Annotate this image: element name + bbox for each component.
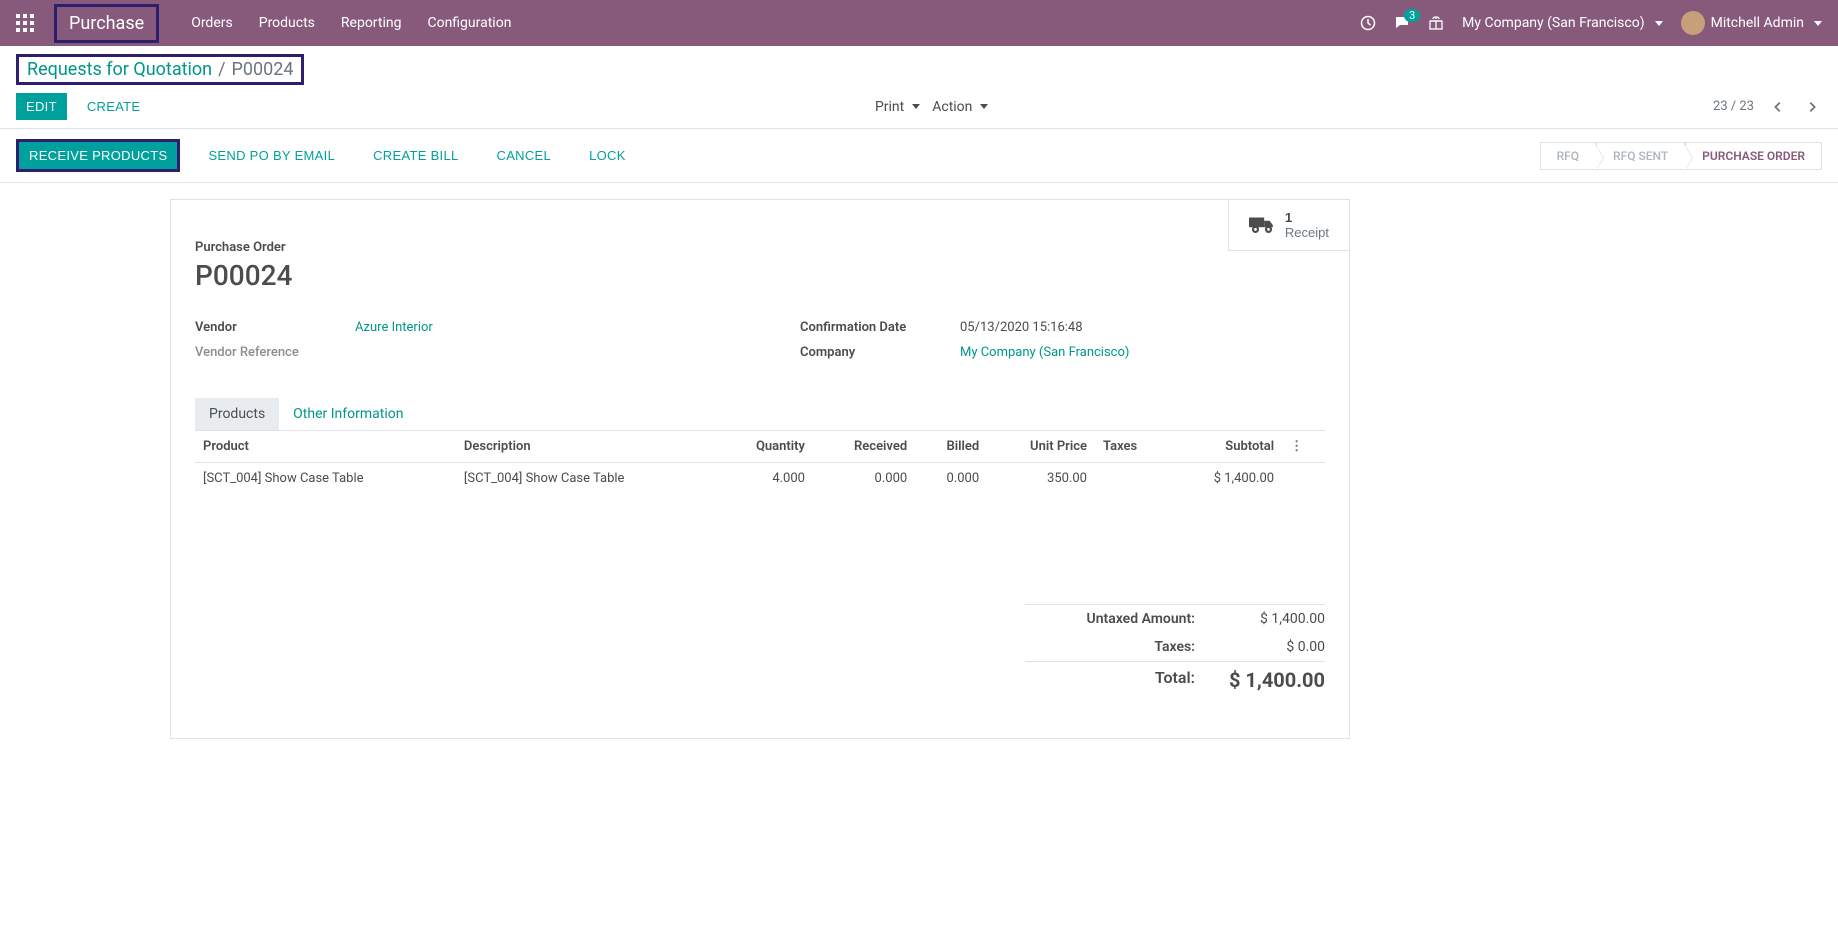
avatar — [1681, 11, 1705, 35]
cell-taxes — [1095, 463, 1169, 495]
top-navbar: Purchase Orders Products Reporting Confi… — [0, 0, 1838, 46]
step-rfq[interactable]: RFQ — [1540, 142, 1596, 170]
cell-received: 0.000 — [813, 463, 915, 495]
table-row[interactable]: [SCT_004] Show Case Table [SCT_004] Show… — [195, 463, 1325, 495]
taxes-value: $ 0.00 — [1225, 639, 1325, 655]
th-options[interactable]: ⋮ — [1282, 431, 1325, 463]
company-switcher[interactable]: My Company (San Francisco) — [1462, 15, 1662, 31]
receipt-label: Receipt — [1285, 225, 1329, 240]
pager-prev[interactable] — [1768, 97, 1788, 117]
cell-product: [SCT_004] Show Case Table — [195, 463, 456, 495]
chat-badge: 3 — [1404, 9, 1420, 22]
vendor-label: Vendor — [195, 320, 355, 335]
clock-icon[interactable] — [1360, 15, 1376, 31]
truck-icon — [1249, 215, 1275, 236]
untaxed-value: $ 1,400.00 — [1225, 611, 1325, 627]
po-title-label: Purchase Order — [195, 240, 1325, 255]
th-unit-price[interactable]: Unit Price — [987, 431, 1095, 463]
cell-quantity: 4.000 — [717, 463, 813, 495]
th-taxes[interactable]: Taxes — [1095, 431, 1169, 463]
nav-configuration[interactable]: Configuration — [425, 11, 513, 35]
nav-reporting[interactable]: Reporting — [339, 11, 404, 35]
th-billed[interactable]: Billed — [915, 431, 987, 463]
breadcrumb: Requests for Quotation / P00024 — [27, 59, 293, 80]
th-subtotal[interactable]: Subtotal — [1169, 431, 1282, 463]
th-received[interactable]: Received — [813, 431, 915, 463]
tab-products[interactable]: Products — [195, 398, 279, 430]
total-value: $ 1,400.00 — [1225, 668, 1325, 692]
step-rfq-sent[interactable]: RFQ Sent — [1596, 142, 1685, 170]
print-dropdown[interactable]: Print — [875, 99, 920, 115]
totals: Untaxed Amount: $ 1,400.00 Taxes: $ 0.00… — [1025, 604, 1325, 698]
edit-button[interactable]: Edit — [16, 93, 67, 120]
pager-next[interactable] — [1802, 97, 1822, 117]
company-name: My Company (San Francisco) — [1462, 15, 1644, 31]
lock-button[interactable]: Lock — [579, 142, 636, 169]
total-label: Total: — [1025, 668, 1195, 692]
company-value[interactable]: My Company (San Francisco) — [960, 345, 1129, 360]
cell-billed: 0.000 — [915, 463, 987, 495]
send-po-button[interactable]: Send PO by Email — [198, 142, 345, 169]
form-sheet: 1 Receipt Purchase Order P00024 Vendor A… — [170, 199, 1350, 739]
vendor-value[interactable]: Azure Interior — [355, 320, 433, 335]
th-quantity[interactable]: Quantity — [717, 431, 813, 463]
notebook: Products Other Information Product Descr… — [195, 398, 1325, 698]
chat-icon[interactable]: 3 — [1394, 15, 1410, 31]
po-number: P00024 — [195, 259, 1325, 292]
receipt-stat-button[interactable]: 1 Receipt — [1228, 200, 1349, 251]
vendor-ref-label: Vendor Reference — [195, 345, 355, 360]
cell-description: [SCT_004] Show Case Table — [456, 463, 717, 495]
nav-menu: Orders Products Reporting Configuration — [189, 11, 513, 35]
tab-other-information[interactable]: Other Information — [279, 398, 417, 430]
order-lines-table: Product Description Quantity Received Bi… — [195, 431, 1325, 494]
gift-icon[interactable] — [1428, 15, 1444, 31]
th-description[interactable]: Description — [456, 431, 717, 463]
create-bill-button[interactable]: Create Bill — [363, 142, 468, 169]
apps-icon[interactable] — [16, 14, 34, 32]
company-label: Company — [800, 345, 960, 360]
action-dropdown[interactable]: Action — [932, 99, 988, 115]
taxes-label: Taxes: — [1025, 639, 1195, 655]
untaxed-label: Untaxed Amount: — [1025, 611, 1195, 627]
th-product[interactable]: Product — [195, 431, 456, 463]
user-name: Mitchell Admin — [1711, 15, 1804, 31]
receive-products-button[interactable]: Receive Products — [19, 142, 177, 169]
nav-orders[interactable]: Orders — [189, 11, 235, 35]
create-button[interactable]: Create — [77, 93, 151, 120]
breadcrumb-current: P00024 — [232, 59, 294, 80]
confirmation-date-label: Confirmation Date — [800, 320, 960, 335]
button-box: 1 Receipt — [1228, 200, 1349, 251]
step-purchase-order[interactable]: Purchase Order — [1685, 142, 1822, 170]
control-panel: Requests for Quotation / P00024 Edit Cre… — [0, 46, 1838, 129]
pager-text: 23 / 23 — [1713, 99, 1754, 114]
app-brand[interactable]: Purchase — [54, 4, 159, 43]
receipt-count: 1 — [1285, 210, 1292, 225]
breadcrumb-highlight: Requests for Quotation / P00024 — [16, 54, 304, 85]
nav-products[interactable]: Products — [257, 11, 317, 35]
confirmation-date-value: 05/13/2020 15:16:48 — [960, 320, 1083, 335]
breadcrumb-parent[interactable]: Requests for Quotation — [27, 59, 212, 80]
user-menu[interactable]: Mitchell Admin — [1681, 11, 1822, 35]
status-steps: RFQ RFQ Sent Purchase Order — [1540, 142, 1822, 170]
cell-subtotal: $ 1,400.00 — [1169, 463, 1282, 495]
receive-highlight: Receive Products — [16, 139, 180, 172]
breadcrumb-sep: / — [218, 59, 225, 80]
cancel-button[interactable]: Cancel — [487, 142, 562, 169]
cell-unitprice: 350.00 — [987, 463, 1095, 495]
statusbar: Receive Products Send PO by Email Create… — [0, 129, 1838, 183]
